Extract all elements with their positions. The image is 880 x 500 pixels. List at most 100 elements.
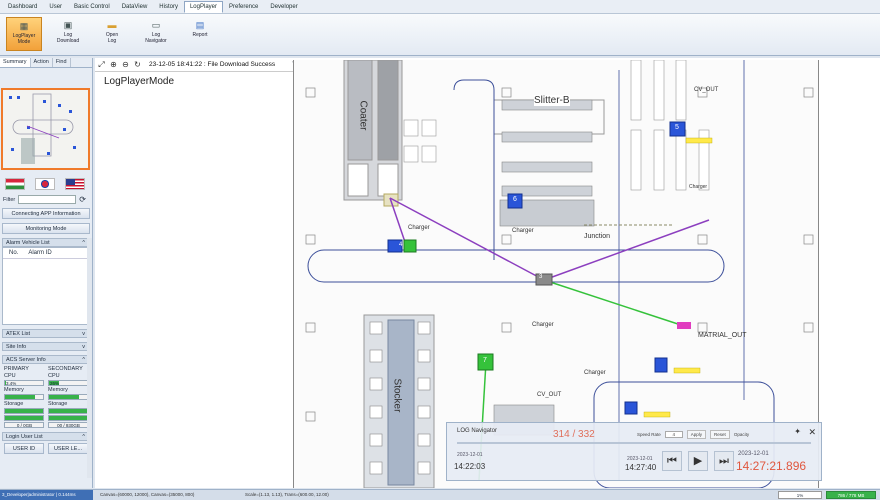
tab-find[interactable]: Find [53, 58, 71, 67]
collapse-icon: ^ [82, 434, 85, 440]
menu-developer[interactable]: Developer [264, 1, 303, 13]
site-info-header[interactable]: Site Info v [2, 342, 90, 351]
logplayer-mode-button[interactable]: ▦ LogPlayer Mode [6, 17, 42, 51]
vehicle-4-label[interactable]: 4 [399, 242, 402, 248]
reset-button[interactable]: Reset [710, 430, 730, 439]
playback-controls: ⏮ ▶ ⏭ [662, 451, 734, 471]
vehicle-3-label[interactable]: 3 [539, 274, 542, 280]
open-log-button[interactable]: ▬ Open Log [94, 17, 130, 51]
status-progress: 1% [778, 491, 822, 499]
slitter-label: Slitter-B [534, 95, 570, 106]
start-date: 2023-12-01 [457, 452, 483, 458]
report-icon: ▤ [195, 20, 205, 30]
minimap-layout [9, 93, 76, 164]
current-time: 14:27:21.896 [736, 459, 807, 473]
fit-icon[interactable]: ⤢ [97, 60, 106, 69]
usa-canton [66, 179, 75, 185]
log-navigator-title: LOG Navigator [457, 428, 498, 434]
connecting-app-info-button[interactable]: Connecting APP Information [2, 208, 90, 219]
login-user-list-header[interactable]: Login User List ^ [2, 432, 90, 441]
zoom-in-icon[interactable]: ⊕ [109, 60, 118, 69]
filter-select[interactable] [18, 195, 77, 204]
map-canvas[interactable]: ⤢ ⊕ ⊖ ↻ 23-12-05 18:41:22 : File Downloa… [95, 58, 880, 488]
col-user-id: USER ID [4, 443, 44, 454]
rotate-icon[interactable]: ↻ [133, 60, 142, 69]
language-flags [5, 178, 92, 190]
speed-rate-input[interactable]: 4 [664, 431, 683, 438]
secondary-memory-bar [48, 394, 88, 400]
vehicle-5-label[interactable]: 5 [675, 124, 679, 131]
mid-date: 2023-12-01 [627, 456, 653, 462]
skip-back-icon[interactable]: ⏮ [662, 451, 682, 471]
monitoring-mode-button[interactable]: Monitoring Mode [2, 223, 90, 234]
charger-label-2: Charger [512, 228, 534, 234]
col-no: No. [9, 250, 19, 256]
skip-forward-icon[interactable]: ⏭ [714, 451, 734, 471]
left-scrollbar[interactable] [87, 238, 92, 478]
secondary-storage-bar [48, 408, 88, 414]
report-button[interactable]: ▤ Report [182, 17, 218, 51]
folder-icon: ▬ [107, 20, 117, 30]
primary-storage-bar [4, 408, 44, 414]
alarm-vehicle-list-header[interactable]: Alarm Vehicle List ^ [2, 238, 90, 247]
expand-icon: v [82, 331, 85, 337]
menu-logplayer[interactable]: LogPlayer [183, 0, 223, 13]
log-navigator-button[interactable]: ▭ Log Navigator [138, 17, 174, 51]
mode-label: LogPlayerMode [104, 76, 175, 87]
vehicle-6-label[interactable]: 6 [513, 196, 517, 203]
play-icon[interactable]: ▶ [688, 451, 708, 471]
menu-preference[interactable]: Preference [223, 1, 264, 13]
canvas-toolbar: ⤢ ⊕ ⊖ ↻ 23-12-05 18:41:22 : File Downloa… [95, 58, 295, 72]
secondary-memory-fill [49, 395, 80, 399]
collapse-icon: ^ [82, 357, 85, 363]
close-icon[interactable]: ✕ [808, 427, 816, 438]
flag-usa-icon[interactable] [65, 178, 85, 190]
tab-action[interactable]: Action [31, 58, 53, 67]
navigator-icon: ▭ [151, 20, 161, 30]
cv-out-label-bottom: CV_OUT [537, 392, 562, 398]
col-alarm-id: Alarm ID [28, 250, 52, 256]
primary-memory-fill [5, 395, 36, 399]
status-user: 3_Developer|administrator | 0.144ms [0, 490, 93, 500]
menu-dataview[interactable]: DataView [116, 1, 154, 13]
charger-label-1: Charger [408, 225, 430, 231]
primary-memory-bar [4, 394, 44, 400]
save-icon: ▣ [63, 20, 73, 30]
acs-server-info: PRIMARY SECONDARY CPU CPU 3.4% 26% Memory M… [4, 366, 88, 428]
zoom-out-icon[interactable]: ⊖ [121, 60, 130, 69]
apply-button[interactable]: Apply [686, 430, 707, 439]
primary-storage-bar-2 [4, 415, 44, 421]
cv-out-label-top: CV_OUT [694, 87, 719, 93]
tab-summary[interactable]: Summary [0, 58, 31, 67]
filter-label: Filter [3, 196, 16, 203]
refresh-icon[interactable]: ⟳ [79, 195, 86, 204]
atex-list-header[interactable]: ATEX List v [2, 329, 90, 338]
alarm-vehicle-list: No. Alarm ID [2, 247, 90, 325]
menu-bar: Dashboard User Basic Control DataView Hi… [0, 0, 880, 14]
menu-basic-control[interactable]: Basic Control [68, 1, 116, 13]
junction-label: Junction [584, 233, 611, 240]
log-download-button[interactable]: ▣ Log Download [50, 17, 86, 51]
primary-storage-value: 0 / 0GB [4, 422, 44, 428]
login-user-columns: USER ID USER LE... [4, 443, 88, 454]
pin-icon[interactable]: ✦ [794, 427, 801, 436]
menu-user[interactable]: User [43, 1, 68, 13]
flag-korea-icon[interactable] [35, 178, 55, 190]
col-user-level: USER LE... [48, 443, 88, 454]
start-time: 14:22:03 [454, 462, 486, 471]
expand-icon: v [82, 344, 85, 350]
log-count: 314 / 332 [553, 429, 595, 440]
current-date: 2023-12-01 [738, 451, 769, 457]
secondary-storage-bar-2 [48, 415, 88, 421]
secondary-cpu-bar: 26% [48, 380, 88, 386]
collapse-icon: ^ [82, 240, 85, 246]
mid-time: 14:27:40 [625, 463, 657, 472]
menu-history[interactable]: History [153, 1, 184, 13]
filter-row: Filter ⟳ [3, 195, 92, 204]
menu-dashboard[interactable]: Dashboard [2, 1, 43, 13]
acs-server-info-header[interactable]: ACS Server Info ^ [2, 355, 90, 364]
flag-hungary-icon[interactable] [5, 178, 25, 190]
minimap[interactable] [1, 88, 90, 170]
vehicle-7-label[interactable]: 7 [483, 357, 487, 364]
log-timeline-slider[interactable] [457, 442, 811, 444]
